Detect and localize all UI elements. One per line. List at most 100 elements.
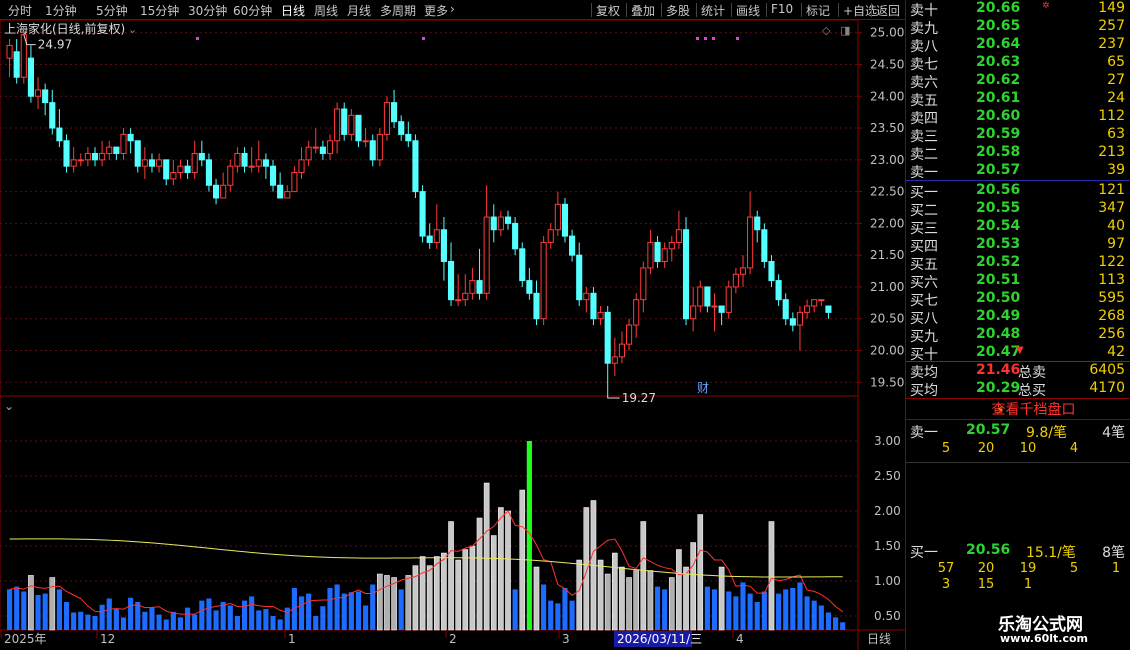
period-tab-5[interactable]: 60分钟 [233, 2, 272, 19]
ask-row-6[interactable]: 卖四 20.60 112 [906, 108, 1130, 127]
candle-body [654, 241, 661, 263]
toolbar-button-0[interactable]: 复权 [596, 2, 620, 19]
bid-label: 买二 [910, 203, 938, 219]
toolbar-button-3[interactable]: 统计 [701, 2, 725, 19]
bid-row-8[interactable]: 买九 20.48 256 [906, 326, 1130, 345]
period-tab-6[interactable]: 日线 [281, 2, 305, 19]
turnover-bar [733, 596, 739, 630]
more-chevron-icon[interactable]: › [450, 2, 455, 16]
candle-body [426, 235, 433, 243]
bid-volume: 256 [1098, 326, 1125, 342]
period-tab-10[interactable]: 更多 [424, 2, 448, 19]
period-tab-3[interactable]: 15分钟 [140, 2, 179, 19]
event-marker [712, 37, 715, 40]
period-tab-9[interactable]: 多周期 [380, 2, 416, 19]
candle-body [697, 286, 704, 307]
candle-body [405, 133, 412, 142]
turnover-bar [662, 589, 668, 630]
turnover-bar [818, 605, 824, 630]
queue-bid-details-2: 3 15 1 [906, 577, 1130, 593]
title-dropdown-icon[interactable]: ⌄ [128, 23, 137, 36]
turnover-bar [220, 602, 226, 630]
ask-volume: 39 [1107, 162, 1125, 178]
qian-dang-button[interactable]: ⚡ 查看千档盘口 [906, 398, 1130, 420]
candle-body [84, 152, 91, 161]
date-tick-label: 12 [100, 632, 115, 646]
down-arrow-icon: ▼ [1016, 345, 1024, 356]
ask-label: 卖二 [910, 147, 938, 163]
turnover-bar [213, 610, 219, 630]
turnover-bar [490, 535, 497, 631]
bid-label: 买六 [910, 275, 938, 291]
turnover-tick-label: 1.50 [874, 539, 901, 553]
turnover-bar [306, 593, 312, 630]
ask-row-4[interactable]: 卖六 20.62 27 [906, 72, 1130, 91]
bid-row-7[interactable]: 买八 20.49 268 [906, 308, 1130, 327]
period-tab-7[interactable]: 周线 [314, 2, 338, 19]
candle-body [412, 140, 419, 193]
period-tab-4[interactable]: 30分钟 [188, 2, 227, 19]
turnover-bar [263, 609, 269, 630]
ask-row-1[interactable]: 卖九 20.65 257 [906, 18, 1130, 37]
turnover-bar [647, 570, 654, 631]
ask-row-7[interactable]: 卖三 20.59 63 [906, 126, 1130, 145]
bid-row-6[interactable]: 买七 20.50 595 [906, 290, 1130, 309]
toolbar-button-2[interactable]: 多股 [666, 2, 690, 19]
bid-label: 买一 [910, 185, 938, 201]
turnover-bar [754, 602, 760, 630]
ask-row-0[interactable]: 卖十 20.66 149 [906, 0, 1130, 19]
chart-area[interactable]: 25.0024.5024.0023.5023.0022.5022.0021.50… [0, 20, 905, 650]
toolbar-button-4[interactable]: 画线 [736, 2, 760, 19]
period-tab-2[interactable]: 5分钟 [96, 2, 128, 19]
finance-marker[interactable]: 财 [697, 381, 709, 395]
candle-body [618, 343, 626, 358]
price-tick-label: 22.50 [870, 185, 904, 199]
turnover-bar [747, 593, 753, 630]
candle-body [27, 57, 34, 97]
ask-row-8[interactable]: 卖二 20.58 213 [906, 144, 1130, 163]
candle-body [497, 216, 504, 231]
queue-ask-count: 4笔 [1102, 425, 1125, 441]
bid-row-4[interactable]: 买五 20.52 122 [906, 254, 1130, 273]
ask-price: 20.57 [976, 162, 1021, 178]
period-tab-1[interactable]: 1分钟 [45, 2, 77, 19]
collapse-icon[interactable]: ◨ [840, 24, 850, 37]
toolbar-button-6[interactable]: 标记 [806, 2, 830, 19]
bid-row-1[interactable]: 买二 20.55 347 [906, 200, 1130, 219]
turnover-bar [199, 600, 205, 630]
total-volume: 4170 [1089, 380, 1125, 396]
period-tab-0[interactable]: 分时 [8, 2, 32, 19]
candle-body [490, 216, 497, 231]
diamond-icon[interactable]: ◇ [822, 24, 831, 37]
candle-body [234, 152, 241, 167]
bid-row-0[interactable]: 买一 20.56 121 [906, 182, 1130, 201]
turnover-bar [149, 607, 155, 630]
ask-row-9[interactable]: 卖一 20.57 39 [906, 162, 1130, 181]
turnover-bar [740, 582, 746, 630]
bid-row-3[interactable]: 买四 20.53 97 [906, 236, 1130, 255]
turnover-bar [612, 552, 618, 631]
axis-mode-label[interactable]: 日线 [867, 632, 891, 646]
candle-body [447, 261, 455, 301]
toolbar-button-1[interactable]: 叠加 [631, 2, 655, 19]
bid-volume: 595 [1098, 290, 1125, 306]
toolbar-divider [838, 3, 839, 17]
bid-row-2[interactable]: 买三 20.54 40 [906, 218, 1130, 237]
turnover-bar [697, 514, 704, 631]
ask-row-3[interactable]: 卖七 20.63 65 [906, 54, 1130, 73]
toolbar-button-8[interactable]: 返回 [876, 2, 900, 19]
candle-body [583, 292, 590, 301]
turnover-bar [206, 598, 212, 630]
period-tab-8[interactable]: 月线 [347, 2, 371, 19]
event-marker [736, 37, 739, 40]
ask-row-5[interactable]: 卖五 20.61 24 [906, 90, 1130, 109]
total-volume: 6405 [1089, 362, 1125, 378]
toolbar-button-5[interactable]: F10 [771, 2, 793, 16]
ask-row-2[interactable]: 卖八 20.64 237 [906, 36, 1130, 55]
ask-price: 20.62 [976, 72, 1021, 88]
bid-row-5[interactable]: 买六 20.51 113 [906, 272, 1130, 291]
candle-body [106, 146, 113, 154]
indicator-settings-icon[interactable]: ⌄ [4, 399, 14, 413]
turnover-bar [348, 592, 354, 630]
candle-body [554, 203, 561, 231]
